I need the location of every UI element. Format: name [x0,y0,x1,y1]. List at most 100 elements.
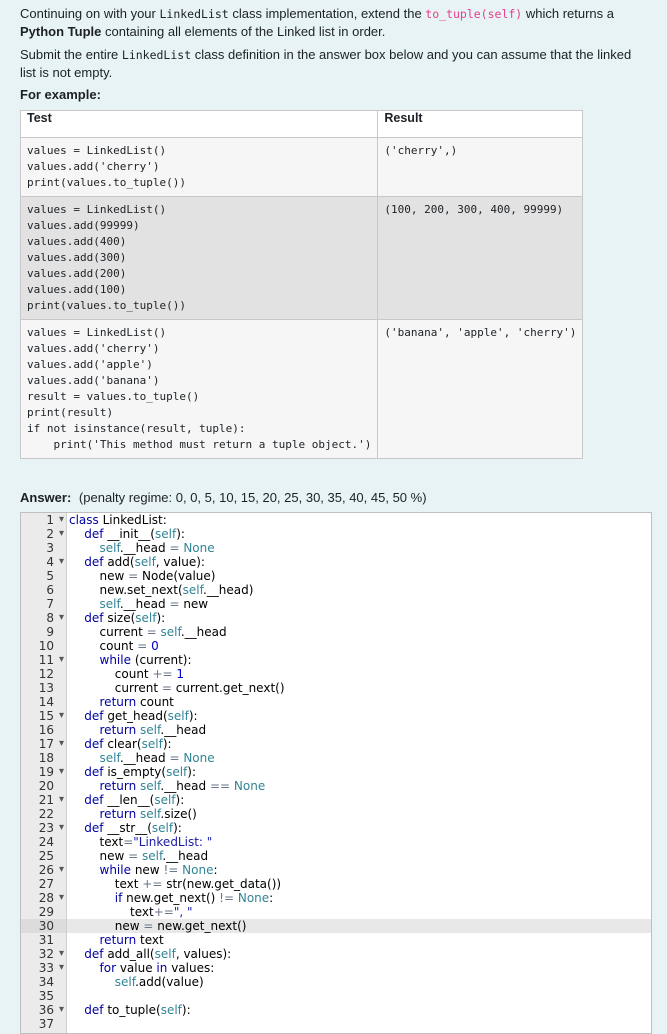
text: Submit the entire [20,47,122,62]
result-cell: (100, 200, 300, 400, 99999) [377,196,584,320]
line-number: 7 [46,597,54,611]
line-number: 27 [38,877,54,891]
answer-label: Answer: [20,490,72,505]
code-line[interactable]: return count [67,695,651,709]
line-number: 25 [38,849,54,863]
code-line[interactable]: new = Node(value) [67,569,651,583]
line-number: 5 [46,569,54,583]
code-line[interactable]: def size(self): [67,611,651,625]
code-line[interactable]: if new.get_next() != None: [67,891,651,905]
line-number: 29 [38,905,54,919]
test-code: values = LinkedList() values.add('cherry… [27,326,372,451]
text: which returns a [522,6,614,21]
line-number: 9 [46,625,54,639]
line-number[interactable]: 23 [21,821,66,835]
code-method-name: to_tuple(self) [425,7,523,21]
text: Continuing on with your [20,6,160,21]
code-line[interactable]: count += 1 [67,667,651,681]
line-number[interactable]: 2 [21,527,66,541]
table-row: values = LinkedList() values.add('cherry… [19,137,584,197]
line-number[interactable]: 33 [21,961,66,975]
line-number: 20 [38,779,54,793]
line-number: 34 [38,975,54,989]
code-line[interactable]: self.__head = None [67,751,651,765]
code-line[interactable]: return text [67,933,651,947]
bold-python-tuple: Python Tuple [20,24,102,39]
code-area[interactable]: class LinkedList: def __init__(self): se… [67,513,651,1031]
line-number[interactable]: 17 [21,737,66,751]
code-line[interactable] [67,989,651,1003]
line-number: 24 [38,835,54,849]
line-number-gutter: 1234567891011121314151617181920212223242… [21,513,67,1033]
line-number[interactable]: 11 [21,653,66,667]
header-result: Result [377,110,584,138]
code-line[interactable]: def __init__(self): [67,527,651,541]
header-test: Test [19,110,379,138]
code-line[interactable]: text+=", " [67,905,651,919]
line-number: 16 [38,723,54,737]
code-line[interactable]: def clear(self): [67,737,651,751]
result-code: ('banana', 'apple', 'cherry') [384,326,577,339]
code-line[interactable]: current = self.__head [67,625,651,639]
result-code: ('cherry',) [384,144,458,157]
code-line[interactable]: self.add(value) [67,975,651,989]
table-row: values = LinkedList() values.add('cherry… [19,319,584,459]
code-line[interactable] [67,1017,651,1031]
line-number[interactable]: 21 [21,793,66,807]
line-number[interactable]: 15 [21,709,66,723]
line-number: 6 [46,583,54,597]
code-line[interactable]: for value in values: [67,961,651,975]
result-code: (100, 200, 300, 400, 99999) [384,203,564,216]
test-cell: values = LinkedList() values.add('cherry… [19,137,379,197]
code-line[interactable]: return self.__head [67,723,651,737]
code-line[interactable]: def add(self, value): [67,555,651,569]
code-line[interactable]: while (current): [67,653,651,667]
test-cell: values = LinkedList() values.add('cherry… [19,319,379,459]
line-number: 3 [46,541,54,555]
line-number: 22 [38,807,54,821]
code-line[interactable]: while new != None: [67,863,651,877]
code-line[interactable]: current = current.get_next() [67,681,651,695]
text: containing all elements of the Linked li… [101,24,386,39]
code-line[interactable]: return self.size() [67,807,651,821]
code-line[interactable]: self.__head = None [67,541,651,555]
line-number[interactable]: 8 [21,611,66,625]
example-label: For example: [20,87,101,102]
code-linkedlist: LinkedList [159,7,229,21]
code-line[interactable]: new = self.__head [67,849,651,863]
code-line[interactable]: new = new.get_next() [67,919,651,933]
line-number: 37 [38,1017,54,1031]
code-line[interactable]: def to_tuple(self): [67,1003,651,1017]
line-number[interactable]: 26 [21,863,66,877]
code-line[interactable]: def __len__(self): [67,793,651,807]
code-line[interactable]: def add_all(self, values): [67,947,651,961]
result-cell: ('banana', 'apple', 'cherry') [377,319,584,459]
line-number: 31 [38,933,54,947]
line-number[interactable]: 1 [21,513,66,527]
test-code: values = LinkedList() values.add('cherry… [27,144,186,189]
answer-label-line: Answer: (penalty regime: 0, 0, 5, 10, 15… [20,490,427,505]
test-code: values = LinkedList() values.add(99999) … [27,203,186,312]
code-line[interactable]: new.set_next(self.__head) [67,583,651,597]
code-line[interactable]: text += str(new.get_data()) [67,877,651,891]
line-number[interactable]: 19 [21,765,66,779]
line-number: 30 [21,919,66,933]
code-linkedlist: LinkedList [121,48,192,62]
line-number[interactable]: 32 [21,947,66,961]
line-number[interactable]: 36 [21,1003,66,1017]
code-editor[interactable]: 1234567891011121314151617181920212223242… [20,512,652,1034]
result-cell: ('cherry',) [377,137,584,197]
text: class implementation, extend the [228,6,426,21]
line-number: 18 [38,751,54,765]
code-line[interactable]: class LinkedList: [67,513,651,527]
line-number[interactable]: 4 [21,555,66,569]
question-paragraph-1: Continuing on with your LinkedList class… [20,5,650,40]
code-line[interactable]: def __str__(self): [67,821,651,835]
code-line[interactable]: def get_head(self): [67,709,651,723]
code-line[interactable]: text="LinkedList: " [67,835,651,849]
line-number[interactable]: 28 [21,891,66,905]
code-line[interactable]: return self.__head == None [67,779,651,793]
code-line[interactable]: self.__head = new [67,597,651,611]
code-line[interactable]: count = 0 [67,639,651,653]
code-line[interactable]: def is_empty(self): [67,765,651,779]
